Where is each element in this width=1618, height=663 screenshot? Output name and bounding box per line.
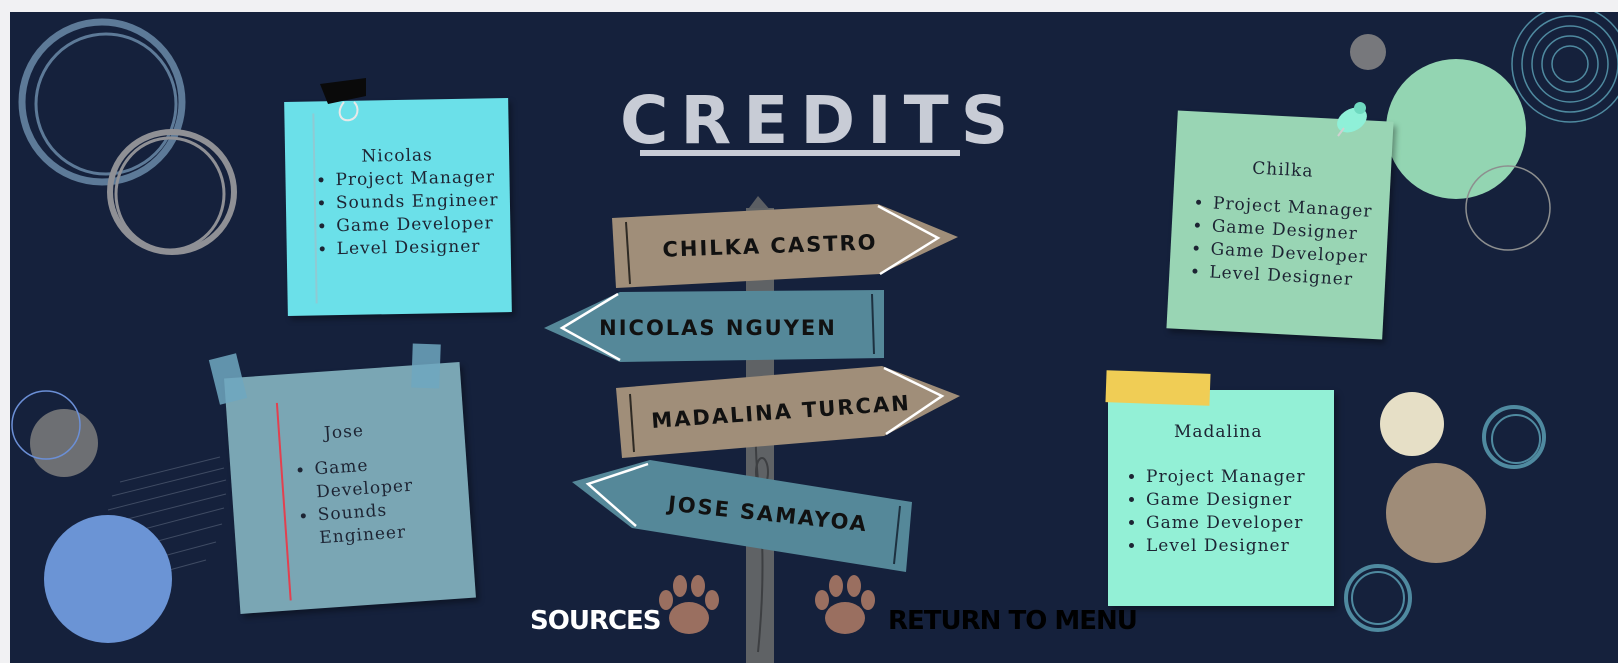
tape-icon xyxy=(1105,370,1211,406)
role-item: Game Developer xyxy=(1146,512,1334,535)
role-list: Project Manager Game Designer Game Devel… xyxy=(1108,466,1334,558)
note-name: Nicolas xyxy=(361,145,433,167)
return-to-menu-button[interactable]: RETURN TO MENU xyxy=(888,606,1138,636)
note-name: Madalina xyxy=(1174,422,1263,442)
note-jose: Jose Game Developer Sounds Engineer xyxy=(224,362,476,614)
role-item: Game Designer xyxy=(1146,489,1334,512)
title-underline xyxy=(640,150,960,156)
shapes-bottom-left xyxy=(11,390,227,643)
note-madalina: Madalina Project Manager Game Designer G… xyxy=(1108,390,1334,606)
shapes-bottom-right xyxy=(1344,392,1546,632)
note-chilka: Chilka Project Manager Game Designer Gam… xyxy=(1166,110,1394,340)
role-item: Game Developer xyxy=(336,212,510,238)
role-item: Level Designer xyxy=(337,235,511,261)
page-title: CREDITS xyxy=(620,82,1021,159)
credits-screen: CREDITS CHILKA CASTRO NICOLAS NGUYEN MAD… xyxy=(10,12,1618,663)
push-pin-icon xyxy=(1337,102,1367,137)
role-list: Project Manager Sounds Engineer Game Dev… xyxy=(285,166,511,262)
note-name: Chilka xyxy=(1251,158,1315,182)
role-item: Level Designer xyxy=(1146,535,1334,558)
tape-icon xyxy=(411,343,441,389)
paw-print-icon xyxy=(659,575,719,634)
note-nicolas: Nicolas Project Manager Sounds Engineer … xyxy=(284,98,512,316)
note-name: Jose xyxy=(323,420,365,444)
role-item: Project Manager xyxy=(335,166,509,192)
paw-print-icon xyxy=(815,575,875,634)
sources-button[interactable]: SOURCES xyxy=(530,606,662,636)
role-item: Sounds Engineer xyxy=(317,494,472,550)
role-item: Project Manager xyxy=(1146,466,1334,489)
role-list: Game Developer Sounds Engineer xyxy=(230,448,472,556)
scribble-circles-top-left xyxy=(18,18,237,255)
role-list: Project Manager Game Designer Game Devel… xyxy=(1169,190,1390,293)
binder-clip-icon xyxy=(320,78,366,122)
role-item: Sounds Engineer xyxy=(336,189,510,215)
sign-nicolas-nguyen: NICOLAS NGUYEN xyxy=(599,316,837,340)
